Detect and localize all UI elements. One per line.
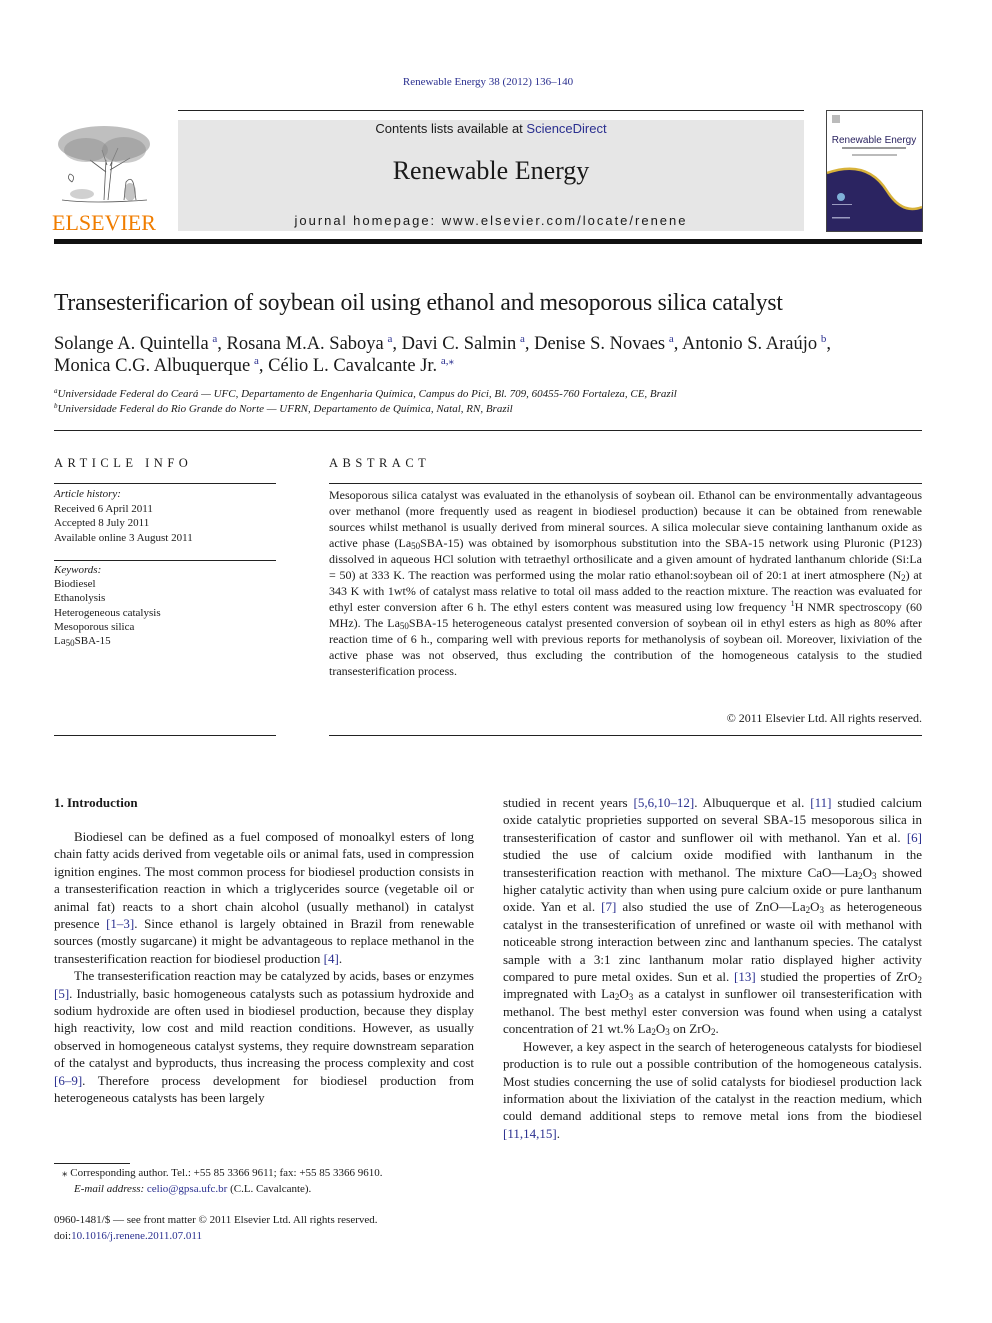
author[interactable]: Antonio S. Araújo b [682,334,826,355]
journal-cover-image: Renewable Energy [827,115,922,231]
citation-link[interactable]: [13] [734,969,756,984]
journal-citation-link[interactable]: Renewable Energy 38 (2012) 136–140 [0,76,976,88]
author[interactable]: Célio L. Cavalcante Jr. a,⁎ [268,355,454,377]
journal-name: Renewable Energy [392,156,590,185]
keyword: Heterogeneous catalysis [54,606,161,619]
citation-link[interactable]: [5,6,10–12] [634,795,695,810]
keywords: Keywords: Biodiesel Ethanolysis Heteroge… [54,563,161,648]
keywords-label: Keywords: [54,564,102,576]
divider [329,735,922,736]
keyword: Biodiesel [54,578,96,591]
header-rule [178,110,804,111]
article-history: Article history: Received 6 April 2011 A… [54,487,193,545]
author[interactable]: Davi C. Salmin a [402,334,525,355]
author[interactable]: Rosana M.A. Saboya a [227,334,393,355]
email-link[interactable]: celio@gpsa.ufc.br [147,1183,227,1195]
paragraph: The transesterification reaction may be … [54,968,474,1106]
homepage-prefix: journal homepage: [294,213,442,228]
divider [54,483,276,484]
history-label: Article history: [54,488,121,500]
history-online: Available online 3 August 2011 [54,531,193,544]
journal-masthead: Contents lists available at ScienceDirec… [178,120,804,231]
cover-title: Renewable Energy [832,135,917,146]
paragraph: However, a key aspect in the search of h… [503,1038,922,1141]
body-column-right: studied in recent years [5,6,10–12]. Alb… [503,794,922,1142]
divider [54,735,276,736]
journal-cover-thumbnail[interactable]: Renewable Energy [826,110,923,232]
section-heading-introduction: 1. Introduction [54,795,138,810]
citation-link[interactable]: [4] [324,951,339,966]
abstract-text: Mesoporous silica catalyst was evaluated… [329,488,923,678]
paragraph: Biodiesel can be defined as a fuel compo… [54,829,475,966]
elsevier-logo[interactable]: ELSEVIER [52,120,156,234]
keyword: Mesoporous silica [54,620,135,633]
keyword: La50SBA-15 [54,635,111,649]
keyword: Ethanolysis [54,592,106,605]
footnote-rule [54,1163,130,1164]
citation-link[interactable]: [6–9] [54,1073,82,1088]
author[interactable]: Solange A. Quintella a [54,334,217,355]
author[interactable]: Denise S. Novaes a [534,334,674,355]
homepage-url-link[interactable]: www.elsevier.com/locate/renene [442,213,688,228]
paragraph: studied in recent years [5,6,10–12]. Alb… [503,795,923,1038]
front-matter-footnote: 0960-1481/$ — see front matter © 2011 El… [54,1212,378,1244]
history-received: Received 6 April 2011 [54,502,153,515]
elsevier-wordmark: ELSEVIER [52,210,156,235]
article-info-heading: ARTICLE INFO [54,456,193,470]
abstract-copyright: © 2011 Elsevier Ltd. All rights reserved… [726,711,922,725]
article-title: Transesterificarion of soybean oil using… [54,290,783,316]
doi-link[interactable]: 10.1016/j.renene.2011.07.011 [71,1230,202,1242]
email-line: E-mail address: celio@gpsa.ufc.br (C.L. … [74,1183,312,1195]
citation-link[interactable]: [1–3] [106,916,134,931]
citation-link[interactable]: [7] [601,899,616,914]
body-column-left: Biodiesel can be defined as a fuel compo… [54,828,474,1107]
affiliation-b: bUniversidade Federal do Rio Grande do N… [54,402,513,416]
abstract-heading: ABSTRACT [329,456,431,470]
citation-link[interactable]: [5] [54,986,69,1001]
corresponding-author-footnote: ⁎ Corresponding author. Tel.: +55 85 336… [62,1165,383,1197]
contents-availability: Contents lists available at ScienceDirec… [178,121,804,136]
history-accepted: Accepted 8 July 2011 [54,517,150,529]
sciencedirect-link[interactable]: ScienceDirect [526,121,606,136]
author-list: Solange A. Quintella a, Rosana M.A. Sabo… [54,333,831,377]
citation-link[interactable]: [6] [907,830,922,845]
issn-line: 0960-1481/$ — see front matter © 2011 El… [54,1214,378,1226]
doi-line: doi:10.1016/j.renene.2011.07.011 [54,1230,202,1242]
divider [54,430,922,431]
affiliation-marker[interactable]: a,⁎ [441,355,454,367]
author[interactable]: Monica C.G. Albuquerque a [54,356,259,377]
affiliations: aUniversidade Federal do Ceará — UFC, De… [54,387,677,417]
corresponding-author-contact: ⁎ Corresponding author. Tel.: +55 85 336… [62,1167,383,1179]
divider [54,560,276,561]
affiliation-a: aUniversidade Federal do Ceará — UFC, De… [54,387,677,401]
contents-prefix: Contents lists available at [375,121,527,136]
journal-homepage: journal homepage: www.elsevier.com/locat… [178,213,804,228]
divider [329,483,922,484]
citation-link[interactable]: [11] [810,795,831,810]
masthead-thick-rule [54,239,922,244]
elsevier-tree-icon [58,126,150,203]
citation-link[interactable]: [11,14,15] [503,1126,557,1141]
